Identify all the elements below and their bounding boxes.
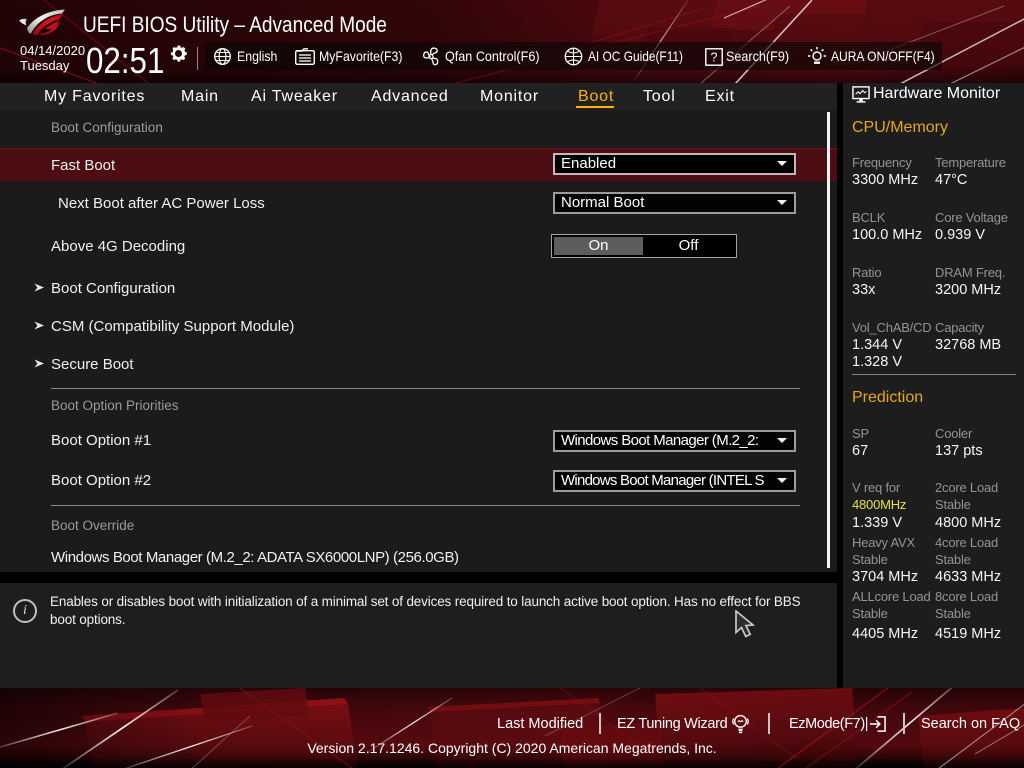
svg-text:?: ?: [711, 51, 718, 65]
